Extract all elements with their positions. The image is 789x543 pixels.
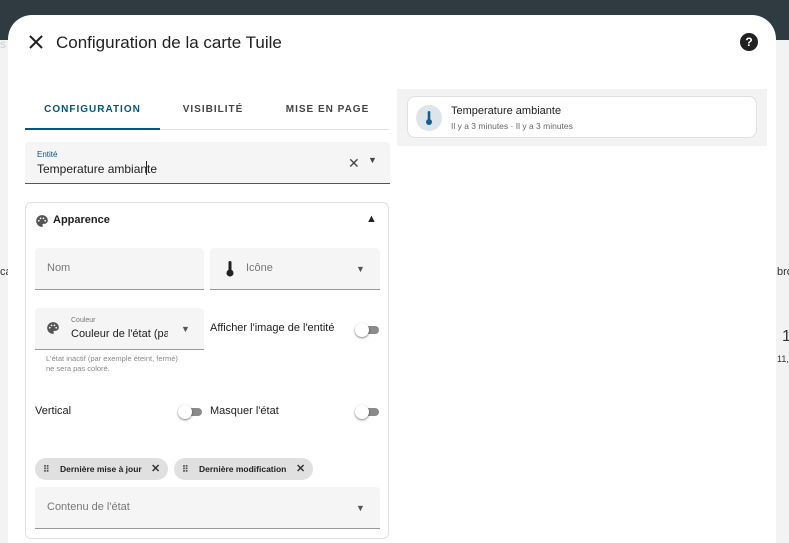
tab-layout[interactable]: MISE EN PAGE <box>266 95 389 130</box>
entity-label: Entité <box>37 150 58 159</box>
tile-card-preview[interactable]: Temperature ambiante Il y a 3 minutes · … <box>407 96 757 138</box>
chip-label: Dernière modification <box>199 464 287 474</box>
name-input[interactable]: Nom <box>35 248 204 290</box>
tile-secondary-info: Il y a 3 minutes · Il y a 3 minutes <box>451 121 573 131</box>
icon-picker[interactable]: Icône ▼ <box>210 248 380 290</box>
show-entity-picture-label: Afficher l'image de l'entité <box>210 322 335 334</box>
color-value: Couleur de l'état (par <box>71 328 168 340</box>
tile-icon-badge <box>416 105 442 131</box>
state-content-chip[interactable]: ⠿ Dernière modification ✕ <box>174 458 313 480</box>
card-config-dialog: Configuration de la carte Tuile ? CONFIG… <box>8 15 776 543</box>
remove-chip-icon[interactable]: ✕ <box>296 458 305 480</box>
clear-icon[interactable]: ✕ <box>348 155 360 172</box>
tab-configuration[interactable]: CONFIGURATION <box>25 95 160 130</box>
color-select[interactable]: Couleur Couleur de l'état (par ▼ <box>35 308 204 350</box>
state-content-placeholder: Contenu de l'état <box>47 501 130 513</box>
dialog-title: Configuration de la carte Tuile <box>56 33 282 52</box>
close-button[interactable] <box>24 30 48 54</box>
chevron-down-icon[interactable]: ▼ <box>356 264 365 274</box>
appearance-panel-header[interactable]: Apparence ▲ <box>26 203 388 239</box>
vertical-label: Vertical <box>35 405 72 417</box>
chevron-down-icon[interactable]: ▼ <box>356 503 365 513</box>
hide-state-toggle[interactable] <box>355 405 379 419</box>
close-icon <box>29 35 43 49</box>
state-content-select[interactable]: Contenu de l'état ▼ <box>35 487 380 529</box>
tile-name: Temperature ambiante <box>451 105 562 117</box>
appearance-panel: Apparence ▲ Nom Icône ▼ Couleur Couleur … <box>25 202 389 539</box>
vertical-toggle[interactable] <box>178 405 202 419</box>
thermometer-icon <box>226 261 234 277</box>
chip-label: Dernière mise à jour <box>60 464 142 474</box>
palette-icon <box>47 322 59 334</box>
entity-picker[interactable]: Entité Temperature ambiante ✕ ▼ <box>25 142 390 184</box>
name-placeholder: Nom <box>47 262 71 274</box>
chevron-up-icon[interactable]: ▲ <box>366 213 377 225</box>
background-text-fragment: bro <box>777 266 789 278</box>
state-content-chip[interactable]: ⠿ Dernière mise à jour ✕ <box>35 458 168 480</box>
palette-icon <box>36 215 48 227</box>
icon-placeholder: Icône <box>246 262 273 274</box>
drag-handle-icon[interactable]: ⠿ <box>182 458 189 480</box>
show-entity-picture-toggle[interactable] <box>355 323 379 337</box>
help-icon[interactable]: ? <box>740 33 758 51</box>
dialog-header: Configuration de la carte Tuile ? <box>8 15 776 71</box>
card-preview-area: Temperature ambiante Il y a 3 minutes · … <box>397 89 767 146</box>
background-text-fragment: 1 <box>782 328 789 345</box>
background-text-fragment: s <box>0 37 6 51</box>
remove-chip-icon[interactable]: ✕ <box>151 458 160 480</box>
chevron-down-icon[interactable]: ▼ <box>181 324 190 334</box>
tab-visibility[interactable]: VISIBILITÉ <box>160 95 266 130</box>
color-hint: L'état inactif (par exemple éteint, ferm… <box>46 354 178 373</box>
appearance-title: Apparence <box>53 214 110 226</box>
background-text-fragment: 11, <box>777 354 789 364</box>
color-label: Couleur <box>71 317 96 324</box>
hide-state-label: Masquer l'état <box>210 405 279 417</box>
text-cursor <box>146 161 147 175</box>
thermometer-icon <box>426 111 432 125</box>
chevron-down-icon[interactable]: ▼ <box>368 155 377 165</box>
tab-bar: CONFIGURATION VISIBILITÉ MISE EN PAGE <box>25 95 389 130</box>
entity-value: Temperature ambiante <box>37 162 158 176</box>
drag-handle-icon[interactable]: ⠿ <box>43 458 50 480</box>
